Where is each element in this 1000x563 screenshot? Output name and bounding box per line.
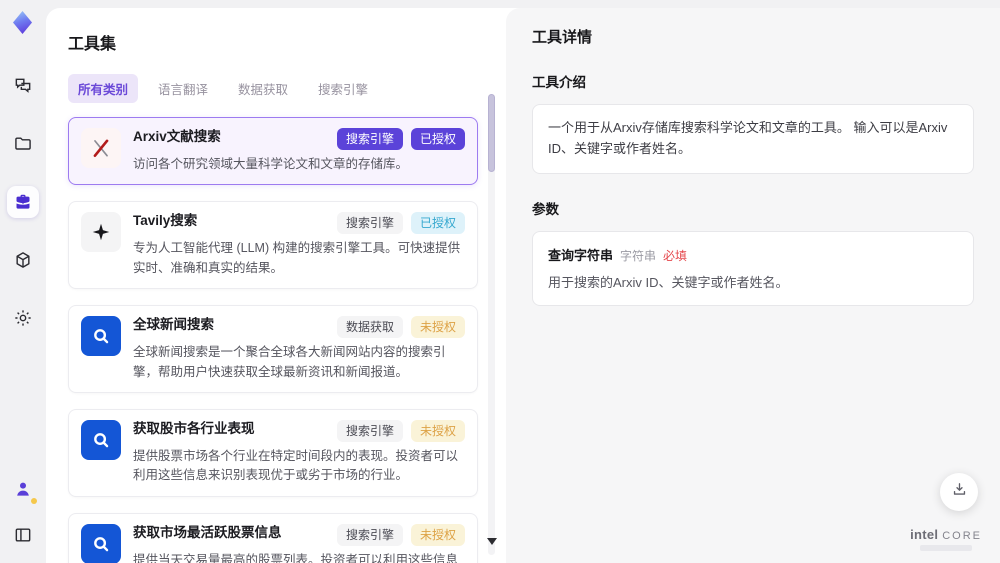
status-dot bbox=[31, 498, 37, 504]
category-badge: 搜索引擎 bbox=[336, 128, 403, 150]
sidebar-item-files[interactable] bbox=[7, 128, 39, 160]
app-window: 工具集 所有类别 语言翻译 数据获取 搜索引擎 Arxiv文献搜索 搜索引擎 已授权 … bbox=[0, 0, 1000, 563]
intro-heading: 工具介绍 bbox=[532, 75, 586, 90]
blue-search-icon bbox=[81, 316, 121, 357]
cube-icon bbox=[13, 250, 33, 270]
tool-description: 提供股票市场各个行业在特定时间段内的表现。投资者可以利用这些信息来识别表现优于或… bbox=[133, 448, 459, 483]
collapse-sidebar-button[interactable] bbox=[7, 519, 39, 551]
panel-layout-icon bbox=[13, 525, 33, 545]
param-description: 用于搜索的Arxiv ID、关键字或作者姓名。 bbox=[548, 274, 789, 290]
category-tabs: 所有类别 语言翻译 数据获取 搜索引擎 bbox=[68, 74, 478, 103]
params-heading: 参数 bbox=[532, 201, 559, 217]
tool-name: Arxiv文献搜索 bbox=[133, 129, 221, 144]
gem-icon bbox=[13, 11, 32, 34]
arxiv-icon bbox=[81, 128, 121, 168]
param-required-badge: 必填 bbox=[663, 248, 688, 263]
tool-details-pane: 工具详情 工具介绍 一个用于从Arxiv存储库搜索科学论文和文章的工具。 输入可… bbox=[506, 8, 1000, 563]
sidebar-item-tools[interactable] bbox=[7, 186, 39, 218]
blue-search-icon bbox=[81, 419, 121, 460]
tool-description: 专为人工智能代理 (LLM) 构建的搜索引擎工具。可快速提供实时、准确和真实的结… bbox=[133, 241, 461, 275]
tab-1[interactable]: 语言翻译 bbox=[148, 74, 218, 103]
tool-description: 全球新闻搜索是一个聚合全球各大新闻网站内容的搜索引擎，帮助用户快速获取全球最新资… bbox=[133, 345, 446, 379]
intel-core-logo: intel CORE bbox=[910, 527, 982, 551]
intro-text: 一个用于从Arxiv存储库搜索科学论文和文章的工具。 输入可以是Arxiv ID… bbox=[548, 120, 948, 156]
list-scrollbar[interactable] bbox=[488, 94, 495, 555]
brand-intel: intel bbox=[910, 527, 939, 542]
brand-core: CORE bbox=[942, 530, 982, 542]
gear-icon bbox=[13, 308, 33, 328]
left-rail bbox=[0, 0, 46, 563]
auth-status-badge: 未授权 bbox=[410, 523, 465, 546]
details-title: 工具详情 bbox=[532, 29, 593, 46]
blue-search-icon bbox=[81, 523, 121, 563]
user-avatar[interactable] bbox=[7, 473, 39, 505]
folder-icon bbox=[13, 134, 33, 154]
main-sheet: 工具集 所有类别 语言翻译 数据获取 搜索引擎 Arxiv文献搜索 搜索引擎 已授权 … bbox=[46, 8, 1000, 563]
category-badge: 数据获取 bbox=[336, 316, 403, 339]
category-badge: 搜索引擎 bbox=[336, 212, 403, 235]
param-card: 查询字符串 字符串 必填 用于搜索的Arxiv ID、关键字或作者姓名。 bbox=[532, 230, 974, 307]
download-button[interactable] bbox=[940, 473, 978, 511]
auth-status-badge: 未授权 bbox=[410, 316, 465, 339]
auth-status-badge: 已授权 bbox=[410, 128, 465, 150]
category-badge: 搜索引擎 bbox=[336, 419, 403, 442]
tavily-icon bbox=[81, 212, 121, 253]
tool-name: 全球新闻搜索 bbox=[133, 317, 214, 333]
tab-2[interactable]: 数据获取 bbox=[228, 74, 298, 103]
chat-icon bbox=[13, 76, 33, 96]
tool-name: 获取市场最活跃股票信息 bbox=[133, 524, 282, 540]
intro-card: 一个用于从Arxiv存储库搜索科学论文和文章的工具。 输入可以是Arxiv ID… bbox=[532, 104, 974, 174]
tool-card-4[interactable]: 获取市场最活跃股票信息 搜索引擎 未授权 提供当天交易量最高的股票列表。投资者可… bbox=[68, 512, 478, 563]
param-type: 字符串 bbox=[620, 248, 657, 263]
auth-status-badge: 已授权 bbox=[410, 212, 465, 235]
category-badge: 搜索引擎 bbox=[336, 523, 403, 546]
tool-description: 提供当天交易量最高的股票列表。投资者可以利用这些信息来识别流动性强的股票和潜在的… bbox=[133, 552, 459, 563]
tools-list-pane: 工具集 所有类别 语言翻译 数据获取 搜索引擎 Arxiv文献搜索 搜索引擎 已授权 … bbox=[46, 8, 498, 563]
toolbox-icon bbox=[13, 192, 33, 212]
tool-card-3[interactable]: 获取股市各行业表现 搜索引擎 未授权 提供股票市场各个行业在特定时间段内的表现。… bbox=[68, 408, 478, 497]
download-icon bbox=[951, 481, 968, 503]
page-title: 工具集 bbox=[68, 36, 117, 53]
user-icon bbox=[13, 479, 33, 499]
brand-subtext-bar bbox=[920, 545, 973, 551]
tool-name: 获取股市各行业表现 bbox=[133, 420, 255, 436]
tool-description: 访问各个研究领域大量科学论文和文章的存储库。 bbox=[133, 157, 409, 171]
tool-cards-list: Arxiv文献搜索 搜索引擎 已授权 访问各个研究领域大量科学论文和文章的存储库… bbox=[68, 117, 478, 563]
tab-3[interactable]: 搜索引擎 bbox=[308, 74, 378, 103]
param-name: 查询字符串 bbox=[548, 247, 614, 263]
tool-card-2[interactable]: 全球新闻搜索 数据获取 未授权 全球新闻搜索是一个聚合全球各大新闻网站内容的搜索… bbox=[68, 305, 478, 393]
tool-name: Tavily搜索 bbox=[133, 213, 198, 229]
auth-status-badge: 未授权 bbox=[410, 419, 465, 442]
tab-0[interactable]: 所有类别 bbox=[68, 74, 139, 103]
sidebar-item-packages[interactable] bbox=[7, 244, 39, 276]
sidebar-item-settings[interactable] bbox=[7, 302, 39, 334]
tool-card-1[interactable]: Tavily搜索 搜索引擎 已授权 专为人工智能代理 (LLM) 构建的搜索引擎… bbox=[68, 201, 478, 290]
sidebar-item-chat[interactable] bbox=[7, 70, 39, 102]
app-logo[interactable] bbox=[10, 10, 36, 36]
scroll-down-arrow[interactable] bbox=[487, 538, 497, 545]
scrollbar-thumb[interactable] bbox=[488, 94, 495, 172]
tool-card-0[interactable]: Arxiv文献搜索 搜索引擎 已授权 访问各个研究领域大量科学论文和文章的存储库… bbox=[68, 117, 478, 186]
